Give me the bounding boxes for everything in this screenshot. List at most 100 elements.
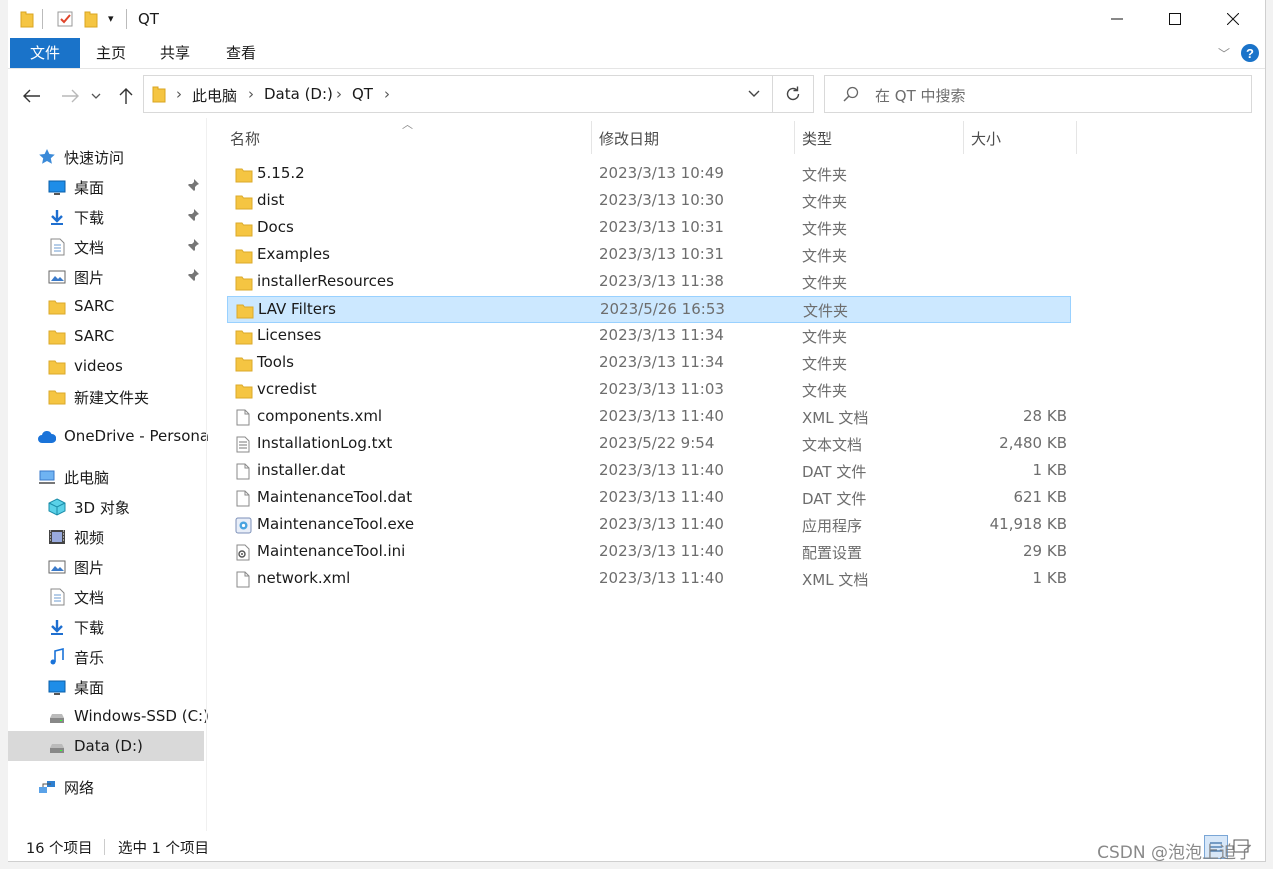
breadcrumb-data-drive[interactable]: Data (D:) xyxy=(264,85,333,103)
nav-item[interactable]: 网络 xyxy=(8,771,204,801)
file-row[interactable]: 5.15.2 2023/3/13 10:49 文件夹 xyxy=(227,161,1071,188)
nav-item[interactable]: SARC xyxy=(8,291,204,321)
item-count: 16 个项目 xyxy=(26,841,93,857)
title-bar: ▾ QT xyxy=(8,0,1265,38)
nav-item[interactable]: Windows-SSD (C:) xyxy=(8,701,209,731)
tab-file[interactable]: 文件 xyxy=(10,38,80,68)
breadcrumb-qt[interactable]: QT xyxy=(352,85,373,103)
file-row[interactable]: installer.dat 2023/3/13 11:40 DAT 文件 1 KB xyxy=(227,458,1071,485)
file-row[interactable]: dist 2023/3/13 10:30 文件夹 xyxy=(227,188,1071,215)
status-bar: 16 个项目 选中 1 个项目 xyxy=(8,831,1265,861)
column-header-size[interactable]: 大小 xyxy=(964,118,1076,154)
nav-item[interactable]: SARC xyxy=(8,321,204,351)
nav-item[interactable]: 此电脑 xyxy=(8,461,204,491)
file-row[interactable]: Examples 2023/3/13 10:31 文件夹 xyxy=(227,242,1071,269)
column-header-date[interactable]: 修改日期 xyxy=(592,118,794,154)
address-history-icon[interactable] xyxy=(748,90,760,98)
nav-item[interactable]: Data (D:) xyxy=(8,731,204,761)
nav-item[interactable]: 桌面 xyxy=(8,171,204,201)
up-button[interactable] xyxy=(114,84,138,108)
file-size: 41,918 KB xyxy=(989,515,1067,533)
nav-item[interactable]: 快速访问 xyxy=(8,141,204,171)
file-type: 文本文档 xyxy=(802,436,863,454)
recent-locations-button[interactable] xyxy=(88,84,104,108)
file-name: network.xml xyxy=(257,569,351,587)
nav-item-label: 视频 xyxy=(74,529,105,547)
properties-icon[interactable] xyxy=(56,10,74,28)
document-icon xyxy=(48,588,66,606)
file-row[interactable]: network.xml 2023/3/13 11:40 XML 文档 1 KB xyxy=(227,566,1071,593)
refresh-button[interactable] xyxy=(772,75,814,113)
download-icon xyxy=(48,208,66,226)
nav-item[interactable]: 桌面 xyxy=(8,671,204,701)
folder-icon xyxy=(235,328,253,345)
file-row[interactable]: MaintenanceTool.exe 2023/3/13 11:40 应用程序 41… xyxy=(227,512,1071,539)
file-row[interactable]: vcredist 2023/3/13 11:03 文件夹 xyxy=(227,377,1071,404)
folder-icon xyxy=(48,388,66,406)
maximize-button[interactable] xyxy=(1146,0,1204,38)
file-name: installerResources xyxy=(257,272,394,290)
file-row[interactable]: installerResources 2023/3/13 11:38 文件夹 xyxy=(227,269,1071,296)
nav-item[interactable]: 视频 xyxy=(8,521,204,551)
folder-icon[interactable] xyxy=(20,10,34,28)
download-icon xyxy=(48,618,66,636)
forward-arrow-icon xyxy=(62,89,79,103)
tab-share[interactable]: 共享 xyxy=(146,38,204,68)
nav-item[interactable]: videos xyxy=(8,351,204,381)
nav-item-label: 3D 对象 xyxy=(74,499,130,517)
breadcrumb-this-pc[interactable]: 此电脑 xyxy=(192,85,237,106)
folder-icon xyxy=(235,274,253,291)
minimize-icon xyxy=(1111,18,1123,20)
pane-divider[interactable] xyxy=(206,118,207,831)
nav-item[interactable]: OneDrive - Persona xyxy=(8,421,209,451)
column-divider[interactable] xyxy=(1076,121,1077,154)
file-row[interactable]: LAV Filters 2023/5/26 16:53 文件夹 xyxy=(227,296,1071,323)
customize-quick-access-icon[interactable]: ▾ xyxy=(108,12,114,30)
drive-icon xyxy=(48,738,66,756)
file-row[interactable]: MaintenanceTool.ini 2023/3/13 11:40 配置设置 29… xyxy=(227,539,1071,566)
file-name: LAV Filters xyxy=(258,300,336,318)
new-folder-icon[interactable] xyxy=(84,10,98,28)
nav-item[interactable]: 下载 xyxy=(8,201,204,231)
file-icon xyxy=(235,409,251,426)
tab-home[interactable]: 主页 xyxy=(82,38,140,68)
nav-item-label: SARC xyxy=(74,327,115,345)
address-bar[interactable]: › 此电脑 › Data (D:) › QT › xyxy=(143,75,773,113)
file-row[interactable]: Licenses 2023/3/13 11:34 文件夹 xyxy=(227,323,1071,350)
back-button[interactable] xyxy=(20,84,44,108)
file-name: 5.15.2 xyxy=(257,164,305,182)
chevron-right-icon[interactable]: › xyxy=(176,85,182,103)
column-header-name[interactable]: 名称 ︿ xyxy=(227,118,592,154)
nav-item[interactable]: 图片 xyxy=(8,261,204,291)
close-button[interactable] xyxy=(1204,0,1262,38)
nav-item[interactable]: 文档 xyxy=(8,581,204,611)
file-row[interactable]: MaintenanceTool.dat 2023/3/13 11:40 DAT 文件… xyxy=(227,485,1071,512)
minimize-button[interactable] xyxy=(1088,0,1146,38)
search-icon xyxy=(843,86,859,102)
chevron-right-icon[interactable]: › xyxy=(384,85,390,103)
nav-item[interactable]: 文档 xyxy=(8,231,204,261)
tab-view[interactable]: 查看 xyxy=(212,38,270,68)
search-input[interactable]: 在 QT 中搜索 xyxy=(824,75,1252,113)
file-row[interactable]: components.xml 2023/3/13 11:40 XML 文档 28 KB xyxy=(227,404,1071,431)
nav-item[interactable]: 音乐 xyxy=(8,641,204,671)
nav-item[interactable]: 图片 xyxy=(8,551,204,581)
chevron-right-icon[interactable]: › xyxy=(248,85,254,103)
file-row[interactable]: Tools 2023/3/13 11:34 文件夹 xyxy=(227,350,1071,377)
search-placeholder: 在 QT 中搜索 xyxy=(875,87,966,105)
file-type: 文件夹 xyxy=(802,166,848,184)
expand-ribbon-icon[interactable]: ﹀ xyxy=(1218,45,1230,62)
help-icon[interactable]: ? xyxy=(1240,43,1260,63)
forward-button[interactable] xyxy=(58,84,82,108)
nav-item[interactable]: 新建文件夹 xyxy=(8,381,204,411)
nav-item[interactable]: 3D 对象 xyxy=(8,491,204,521)
desktop-icon xyxy=(48,678,66,696)
column-header-type[interactable]: 类型 xyxy=(795,118,963,154)
file-row[interactable]: InstallationLog.txt 2023/5/22 9:54 文本文档 2,4… xyxy=(227,431,1071,458)
chevron-right-icon[interactable]: › xyxy=(336,85,342,103)
nav-item-label: 此电脑 xyxy=(64,469,110,487)
file-date: 2023/3/13 10:31 xyxy=(599,218,724,236)
separator xyxy=(42,9,43,29)
nav-item[interactable]: 下载 xyxy=(8,611,204,641)
file-row[interactable]: Docs 2023/3/13 10:31 文件夹 xyxy=(227,215,1071,242)
